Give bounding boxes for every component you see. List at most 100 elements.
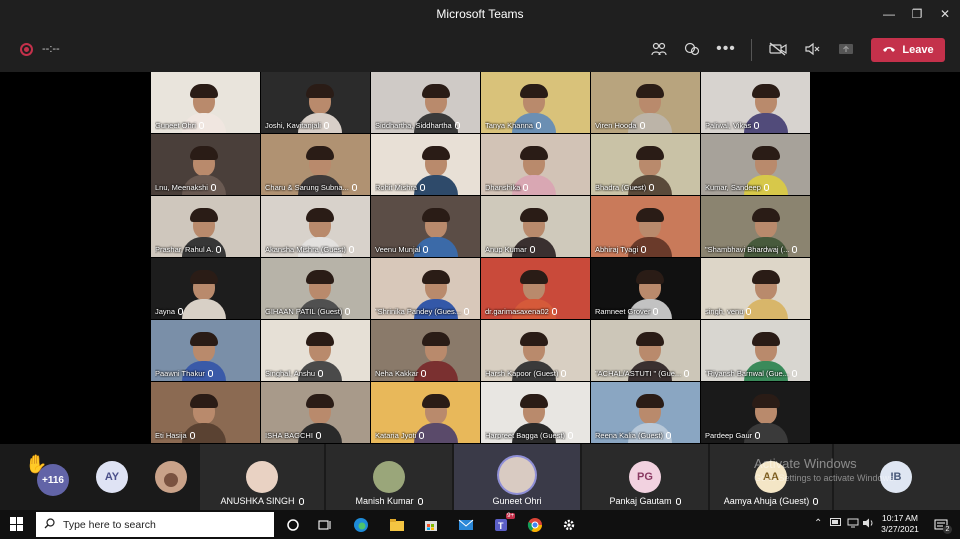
video-tile[interactable]: Reena Kalia (Guest) bbox=[591, 382, 700, 443]
avatar: PG bbox=[629, 461, 661, 493]
video-tile[interactable]: Paliwal, Vikas bbox=[701, 72, 810, 133]
video-tile[interactable]: Lnu, Meenakshi bbox=[151, 134, 260, 195]
teams-icon[interactable]: T 9+ bbox=[489, 513, 515, 536]
video-tile[interactable]: ISHA BAGCHI bbox=[261, 382, 370, 443]
video-tile[interactable]: Charu & Sarung Subna... bbox=[261, 134, 370, 195]
video-tile[interactable]: Abhiraj Tyagi bbox=[591, 196, 700, 257]
taskbar-clock[interactable]: 10:17 AM 3/27/2021 bbox=[873, 513, 927, 535]
mic-icon bbox=[763, 184, 769, 191]
participant-tile-guneet[interactable]: Guneet Ohri bbox=[454, 444, 580, 510]
avatar-ay[interactable]: AY bbox=[96, 461, 128, 493]
clock-date: 3/27/2021 bbox=[881, 524, 919, 534]
minimize-icon[interactable]: — bbox=[878, 4, 900, 24]
video-tile[interactable]: Guneet Ohri bbox=[151, 72, 260, 133]
close-icon[interactable]: ✕ bbox=[934, 4, 956, 24]
tile-name-label: Reena Kalia (Guest) bbox=[595, 431, 671, 440]
mail-icon[interactable] bbox=[455, 514, 477, 536]
mic-icon bbox=[649, 184, 655, 191]
video-tile[interactable]: "Shambhavi Bhardwaj (... bbox=[701, 196, 810, 257]
participant-face bbox=[422, 84, 450, 114]
video-tile[interactable]: Harsh Kapoor (Guest) bbox=[481, 320, 590, 381]
video-tile[interactable]: dr.garimasaxena02 bbox=[481, 258, 590, 319]
mic-icon bbox=[351, 184, 357, 191]
avatar-photo[interactable] bbox=[155, 461, 187, 493]
avatar bbox=[499, 457, 535, 493]
tray-chevron-icon[interactable]: ⌃ bbox=[814, 518, 822, 529]
mic-icon bbox=[298, 498, 304, 505]
breakout-rooms-icon[interactable] bbox=[681, 38, 703, 60]
notification-center-icon[interactable]: 2 bbox=[930, 514, 952, 536]
tile-name-label: Dhanshika bbox=[485, 183, 529, 192]
more-options-icon[interactable]: ••• bbox=[715, 38, 737, 60]
task-view-icon[interactable] bbox=[314, 514, 336, 536]
participant-face bbox=[306, 270, 334, 300]
chrome-icon[interactable] bbox=[524, 514, 546, 536]
camera-off-icon[interactable] bbox=[767, 38, 789, 60]
video-tile[interactable]: Veenu Munjal bbox=[371, 196, 480, 257]
windows-start-icon[interactable] bbox=[10, 517, 24, 531]
video-tile[interactable]: Harpreet Bagga (Guest) bbox=[481, 382, 590, 443]
video-tile[interactable]: Joshi, Kavitanjali bbox=[261, 72, 370, 133]
tile-name-label: Prashar, Rahul A. bbox=[155, 245, 222, 254]
mic-icon bbox=[561, 370, 567, 377]
video-tile[interactable]: "Shrinika Pandey (Gues... bbox=[371, 258, 480, 319]
participant-face bbox=[422, 270, 450, 300]
share-screen-icon[interactable] bbox=[835, 38, 857, 60]
participant-tile-anushka[interactable]: ANUSHKA SINGH bbox=[200, 444, 324, 510]
edge-icon[interactable] bbox=[350, 514, 372, 536]
participant-tile-manish[interactable]: Manish Kumar bbox=[326, 444, 452, 510]
participant-face bbox=[306, 332, 334, 362]
video-tile[interactable]: Kumar, Sandeep bbox=[701, 134, 810, 195]
participant-name: Viren Hooda bbox=[595, 121, 637, 130]
video-tile[interactable]: GIHAAN PATIL (Guest) bbox=[261, 258, 370, 319]
tile-name-label: ISHA BAGCHI bbox=[265, 431, 321, 440]
participant-name: Reena Kalia (Guest) bbox=[595, 431, 663, 440]
video-tile[interactable]: Dhanshika bbox=[481, 134, 590, 195]
tile-name-label: Abhiraj Tyagi bbox=[595, 245, 647, 254]
store-icon[interactable] bbox=[420, 514, 442, 536]
participant-name: Harsh Kapoor (Guest) bbox=[485, 369, 559, 378]
video-tile[interactable]: singh, venu bbox=[701, 258, 810, 319]
participant-tile-pankaj[interactable]: PG Pankaj Gautam bbox=[582, 444, 708, 510]
maximize-icon[interactable]: ❐ bbox=[906, 4, 928, 24]
mic-off-icon[interactable] bbox=[801, 38, 823, 60]
video-tile[interactable]: Akansha Mishra (Guest) bbox=[261, 196, 370, 257]
participant-name: Paliwal, Vikas bbox=[705, 121, 752, 130]
video-tile[interactable]: Bhadra (Guest) bbox=[591, 134, 700, 195]
mic-icon bbox=[675, 498, 681, 505]
cortana-icon[interactable] bbox=[282, 514, 304, 536]
video-tile[interactable]: Ramneet Grover bbox=[591, 258, 700, 319]
video-tile[interactable]: Paawni Thakur bbox=[151, 320, 260, 381]
participant-face bbox=[306, 146, 334, 176]
participant-face bbox=[306, 394, 334, 424]
mic-icon bbox=[419, 432, 425, 439]
video-tile[interactable]: Tanya Khanna bbox=[481, 72, 590, 133]
participant-name: ANUSHKA SINGH bbox=[220, 496, 295, 506]
video-tile[interactable]: Neha Kakkar bbox=[371, 320, 480, 381]
participant-name: Ramneet Grover bbox=[595, 307, 651, 316]
video-tile[interactable]: Siddhartha, Siddhartha bbox=[371, 72, 480, 133]
video-tile[interactable]: Pardeep Gaur bbox=[701, 382, 810, 443]
settings-icon[interactable] bbox=[558, 514, 580, 536]
clock-time: 10:17 AM bbox=[882, 513, 918, 523]
video-tile[interactable]: Rohit Mishra bbox=[371, 134, 480, 195]
participant-name: Rohit Mishra bbox=[375, 183, 418, 192]
video-tile[interactable]: Prashar, Rahul A. bbox=[151, 196, 260, 257]
video-tile[interactable]: Jayna bbox=[151, 258, 260, 319]
taskbar-search-box[interactable]: Type here to search bbox=[36, 512, 274, 537]
mic-icon bbox=[207, 370, 213, 377]
battery-icon[interactable] bbox=[830, 518, 842, 529]
participant-face bbox=[636, 84, 664, 114]
network-icon[interactable] bbox=[847, 518, 859, 531]
leave-button[interactable]: Leave bbox=[871, 38, 945, 62]
video-tile[interactable]: "ACHAL/ASTUTI " (Gue... bbox=[591, 320, 700, 381]
video-tile[interactable]: Anup Kumar bbox=[481, 196, 590, 257]
video-tile[interactable]: Singhal, Anshu bbox=[261, 320, 370, 381]
video-tile[interactable]: "Riyansh Barnwal (Gue... bbox=[701, 320, 810, 381]
participants-icon[interactable] bbox=[648, 38, 670, 60]
video-tile[interactable]: Eti Hasija bbox=[151, 382, 260, 443]
overflow-participants-badge[interactable]: +116 bbox=[37, 464, 69, 496]
file-explorer-icon[interactable] bbox=[386, 514, 408, 536]
video-tile[interactable]: Kataria Jyoti bbox=[371, 382, 480, 443]
video-tile[interactable]: Viren Hooda bbox=[591, 72, 700, 133]
